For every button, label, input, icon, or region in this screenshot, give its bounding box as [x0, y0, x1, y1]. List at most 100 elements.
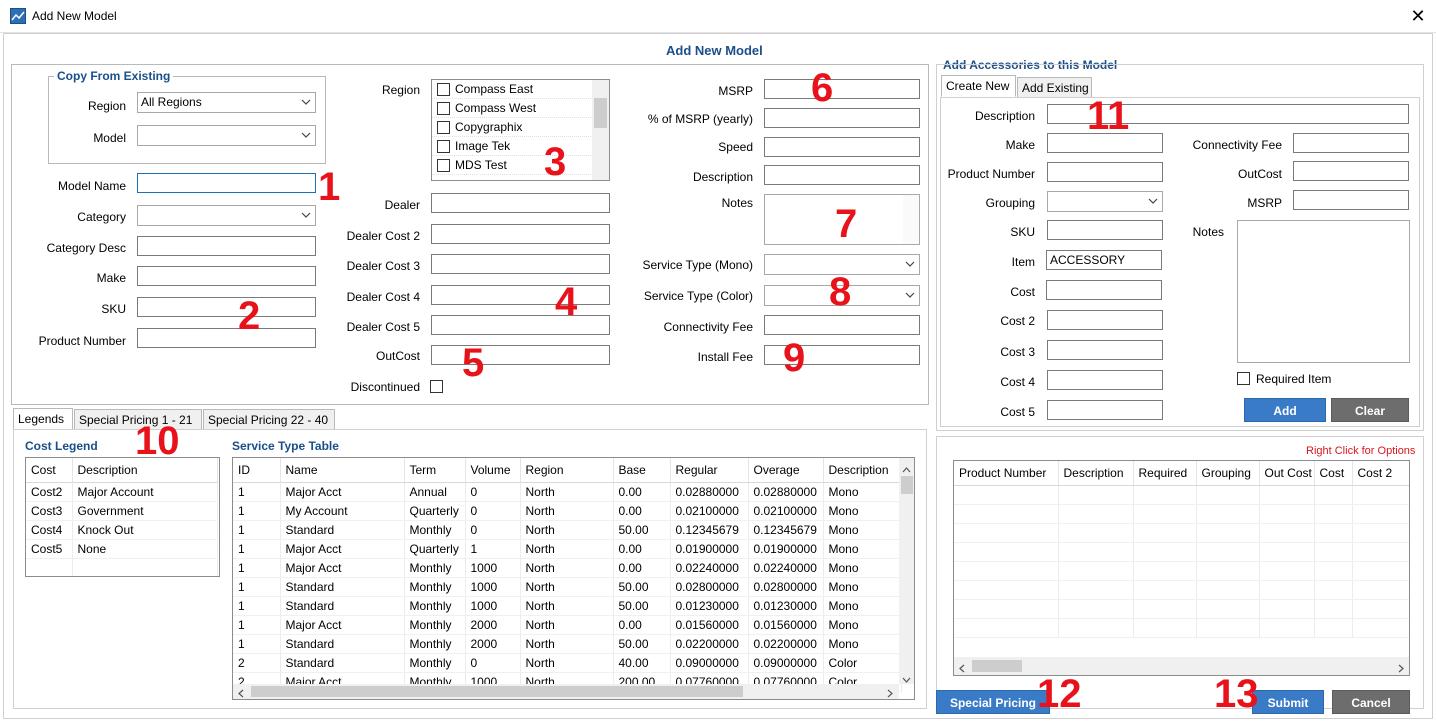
acc-cost-2-input[interactable]	[1047, 310, 1163, 330]
table-row[interactable]: 1 Major Acct Monthly 2000 North 0.00 0.0156000…	[233, 615, 902, 635]
copy-region-select[interactable]: All Regions	[137, 92, 316, 113]
tab-add-existing[interactable]: Add Existing	[1017, 77, 1092, 98]
table-row[interactable]: Cost4 Knock Out	[26, 520, 218, 540]
column-header[interactable]: Out Cost	[1259, 461, 1315, 486]
category-desc-input[interactable]	[137, 236, 316, 256]
add-button[interactable]: Add	[1244, 398, 1326, 422]
table-row[interactable]: Cost3 Government	[26, 501, 218, 521]
region-listbox[interactable]: Compass East Compass West Copygraphix Im…	[431, 79, 610, 181]
table-row[interactable]	[954, 561, 1409, 581]
region-list-scrollbar[interactable]	[592, 80, 609, 180]
pct-msrp-input[interactable]	[764, 108, 920, 128]
cancel-button[interactable]: Cancel	[1332, 690, 1410, 714]
dealer-cost-5-input[interactable]	[431, 315, 610, 335]
column-header[interactable]: Cost	[26, 458, 73, 483]
chevron-left-icon[interactable]	[959, 662, 965, 675]
dealer-cost-4-input[interactable]	[431, 285, 610, 305]
chevron-up-icon[interactable]	[902, 462, 911, 476]
scroll-thumb[interactable]	[594, 98, 607, 128]
table-row[interactable]: 1 Standard Monthly 1000 North 50.00 0.01230000…	[233, 596, 902, 616]
acc-grouping-select[interactable]	[1047, 191, 1163, 212]
service-table-hscroll[interactable]	[233, 684, 899, 699]
column-header[interactable]: Name	[280, 458, 405, 483]
acc-cost-4-input[interactable]	[1047, 370, 1163, 390]
column-header[interactable]: Cost	[1314, 461, 1353, 486]
scroll-thumb[interactable]	[972, 660, 1022, 672]
list-item[interactable]: Copygraphix	[432, 118, 609, 137]
column-header[interactable]: Required	[1133, 461, 1197, 486]
table-row[interactable]	[26, 558, 218, 576]
chevron-down-icon[interactable]	[902, 672, 911, 686]
table-row[interactable]	[954, 523, 1409, 543]
connectivity-fee-input[interactable]	[764, 315, 920, 335]
accessory-grid-hscroll[interactable]	[954, 657, 1409, 675]
product-number-input[interactable]	[137, 328, 316, 348]
service-type-grid[interactable]: ID Name Term Volume Region Base Regular Overage…	[232, 457, 915, 700]
column-header[interactable]: Region	[520, 458, 614, 483]
column-header[interactable]: Volume	[465, 458, 521, 483]
column-header[interactable]: Product Number	[954, 461, 1059, 486]
column-header[interactable]: Description	[1058, 461, 1134, 486]
table-row[interactable]: Cost5 None	[26, 539, 218, 559]
copy-model-select[interactable]	[137, 125, 316, 146]
table-row[interactable]: 1 Major Acct Monthly 1000 North 0.00 0.0224000…	[233, 558, 902, 578]
acc-connectivity-fee-input[interactable]	[1293, 133, 1409, 153]
chevron-right-icon[interactable]	[887, 687, 893, 699]
table-row[interactable]	[954, 504, 1409, 524]
chevron-right-icon[interactable]	[1398, 662, 1404, 675]
acc-msrp-input[interactable]	[1293, 190, 1409, 210]
notes-scrollbar[interactable]	[903, 195, 919, 244]
checkbox[interactable]	[437, 82, 450, 96]
table-row[interactable]: 1 Standard Monthly 0 North 50.00 0.12345679 0.1…	[233, 520, 902, 540]
description-input[interactable]	[764, 165, 920, 185]
column-header[interactable]: Grouping	[1196, 461, 1260, 486]
acc-cost-input[interactable]	[1046, 280, 1162, 300]
cost-legend-grid[interactable]: Cost Description Cost2 Major Account Cost…	[25, 457, 220, 577]
table-row[interactable]	[954, 599, 1409, 619]
msrp-input[interactable]	[764, 79, 920, 99]
list-item[interactable]: Image Tek	[432, 137, 609, 156]
discontinued-checkbox[interactable]	[430, 380, 443, 393]
table-row[interactable]: 1 Major Acct Quarterly 1 North 0.00 0.01900000…	[233, 539, 902, 559]
table-row[interactable]: 1 Standard Monthly 1000 North 50.00 0.02800000…	[233, 577, 902, 597]
acc-cost-3-input[interactable]	[1047, 340, 1163, 360]
model-name-input[interactable]	[137, 173, 316, 193]
clear-button[interactable]: Clear	[1331, 398, 1409, 422]
table-row[interactable]	[954, 542, 1409, 562]
table-row[interactable]: 2 Standard Monthly 0 North 40.00 0.09000000 0.0…	[233, 653, 902, 673]
acc-item-input[interactable]: ACCESSORY	[1046, 250, 1162, 270]
acc-sku-input[interactable]	[1047, 220, 1163, 240]
checkbox[interactable]	[437, 158, 450, 172]
column-header[interactable]: Description	[823, 458, 902, 483]
checkbox[interactable]	[437, 101, 450, 115]
required-item-checkbox[interactable]	[1237, 372, 1250, 385]
table-row[interactable]: 1 Major Acct Annual 0 North 0.00 0.02880000 0.0…	[233, 482, 902, 502]
outcost-input[interactable]	[431, 345, 610, 365]
acc-outcost-input[interactable]	[1293, 161, 1409, 181]
scroll-thumb[interactable]	[901, 476, 913, 494]
close-icon[interactable]: ✕	[1404, 4, 1432, 28]
submit-button[interactable]: Submit	[1252, 690, 1324, 714]
table-row[interactable]: 1 Standard Monthly 2000 North 50.00 0.02200000…	[233, 634, 902, 654]
table-row[interactable]	[954, 580, 1409, 600]
service-table-vscroll[interactable]	[899, 458, 914, 684]
table-row[interactable]: Cost2 Major Account	[26, 482, 218, 502]
dealer-cost-2-input[interactable]	[431, 224, 610, 244]
column-header[interactable]: Regular	[670, 458, 749, 483]
checkbox[interactable]	[437, 120, 450, 134]
list-item[interactable]: Compass East	[432, 80, 609, 99]
acc-cost-5-input[interactable]	[1047, 400, 1163, 420]
make-input[interactable]	[137, 266, 316, 286]
accessory-grid[interactable]: Product Number Description Required Groupin…	[953, 460, 1410, 676]
table-row[interactable]	[954, 618, 1409, 638]
speed-input[interactable]	[764, 137, 920, 157]
list-item[interactable]: MDS Test	[432, 156, 609, 175]
column-header[interactable]: Cost 2	[1352, 461, 1409, 486]
table-row[interactable]: 1 My Account Quarterly 0 North 0.00 0.02100000…	[233, 501, 902, 521]
scroll-thumb[interactable]	[251, 686, 743, 697]
table-row[interactable]	[954, 485, 1409, 505]
dealer-cost-3-input[interactable]	[431, 254, 610, 274]
chevron-left-icon[interactable]	[238, 687, 244, 699]
special-pricing-button[interactable]: Special Pricing	[936, 690, 1050, 714]
column-header[interactable]: Term	[404, 458, 466, 483]
